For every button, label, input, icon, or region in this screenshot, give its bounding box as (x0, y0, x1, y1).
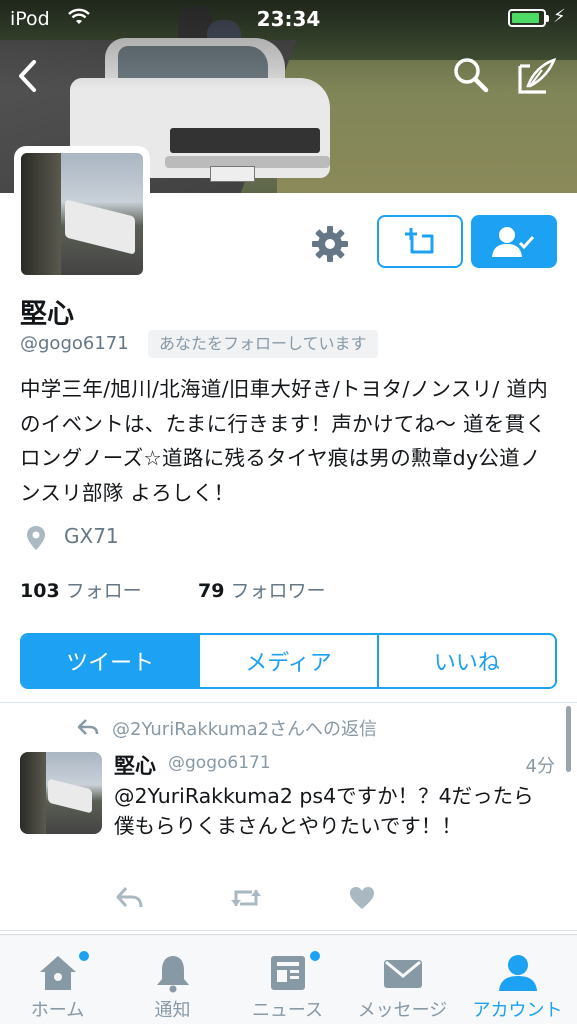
battery-icon (508, 9, 549, 27)
home-badge-dot (79, 951, 89, 961)
tabbar-notifications[interactable]: 通知 (115, 935, 230, 1024)
tweet-author-handle[interactable]: @gogo6171 (168, 753, 271, 773)
status-bar: iPod 23:34 ⚡ (0, 0, 577, 38)
tweet-timestamp: 4分 (525, 756, 555, 777)
tabbar-label: アカウント (472, 1000, 563, 1021)
divider (0, 930, 577, 931)
tab-media[interactable]: メディア (198, 635, 376, 687)
profile-avatar[interactable] (14, 146, 150, 282)
status-time: 23:34 (256, 7, 321, 31)
person-check-icon (492, 226, 535, 257)
tab-likes[interactable]: いいね (376, 635, 555, 687)
compose-icon[interactable] (516, 56, 558, 96)
retweet-icon[interactable] (228, 884, 264, 912)
back-icon[interactable] (14, 58, 44, 94)
search-icon[interactable] (452, 56, 490, 94)
news-icon (270, 956, 305, 990)
envelope-icon (383, 960, 422, 988)
reply-context[interactable]: @2YuriRakkuma2さんへの返信 (112, 715, 377, 741)
like-icon[interactable] (348, 884, 376, 912)
tabbar-label: ホーム (30, 1000, 85, 1021)
tabbar-label: 通知 (154, 1000, 191, 1021)
tabbar-label: メッセージ (357, 1000, 448, 1021)
tabbar-news[interactable]: ニュース (230, 935, 345, 1024)
followers-count: 79 (198, 580, 225, 602)
gear-icon[interactable] (310, 224, 350, 264)
add-to-list-icon (405, 227, 434, 253)
followers-stat[interactable]: 79 フォロワー (198, 576, 325, 603)
profile-name: 堅心 (20, 299, 74, 330)
tabbar-account[interactable]: アカウント (460, 935, 575, 1024)
tabbar-label: ニュース (251, 1000, 324, 1021)
follows-you-badge: あなたをフォローしています (148, 330, 378, 358)
profile-tabs: ツイート メディア いいね (20, 633, 557, 689)
bell-icon (156, 956, 189, 993)
lists-button[interactable] (377, 215, 463, 268)
following-button[interactable] (471, 215, 557, 268)
reply-context-icon (77, 719, 99, 735)
tabbar-messages[interactable]: メッセージ (345, 935, 460, 1024)
tab-tweets[interactable]: ツイート (22, 635, 199, 687)
tweet-text: @2YuriRakkuma2 ps4ですか！？4だったら僕もらりくまさんとやりた… (114, 784, 534, 838)
news-badge-dot (310, 951, 320, 961)
divider (0, 702, 577, 703)
tweet-author-name[interactable]: 堅心 (114, 750, 156, 780)
bottom-tab-bar: ホーム 通知 ニュース メッセージ アカウント (0, 934, 577, 1024)
following-count: 103 (20, 580, 60, 602)
tabbar-home[interactable]: ホーム (0, 935, 115, 1024)
followers-label: フォロワー (230, 580, 326, 602)
profile-bio: 中学三年/旭川/北海道/旧車大好き/トヨタ/ノンスリ/ 道内のイベントは、たまに… (20, 377, 549, 505)
following-stat[interactable]: 103 フォロー (20, 576, 142, 603)
person-icon (498, 955, 537, 991)
profile-location: GX71 (64, 524, 119, 548)
scrollbar[interactable] (566, 706, 571, 772)
home-icon (39, 956, 76, 990)
charging-icon: ⚡ (553, 6, 566, 27)
profile-handle: @gogo6171 (20, 333, 129, 354)
tweet-avatar[interactable] (20, 752, 102, 834)
following-label: フォロー (65, 580, 142, 602)
location-pin-icon (27, 526, 45, 550)
reply-icon[interactable] (114, 884, 146, 912)
